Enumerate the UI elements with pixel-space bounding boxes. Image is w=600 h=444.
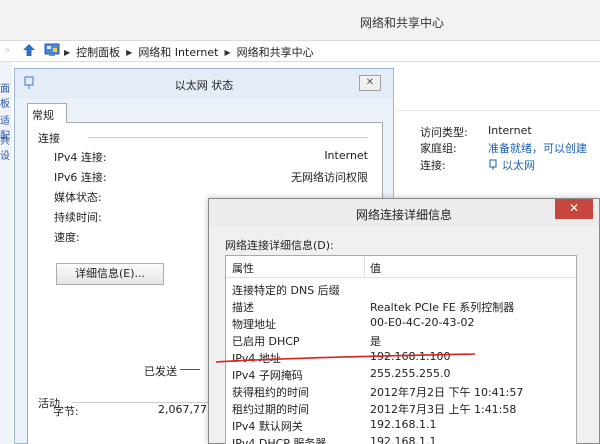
info-row-access-type: 访问类型: Internet bbox=[420, 124, 532, 139]
property-cell: 连接特定的 DNS 后缀 bbox=[232, 284, 340, 297]
property-cell: IPv4 地址 bbox=[232, 352, 281, 365]
ipv6-connectivity-value: 无网络访问权限 bbox=[291, 171, 368, 184]
dialog-titlebar: 网络连接详细信息 ✕ bbox=[209, 199, 599, 227]
chevron-right-icon[interactable]: ▶ bbox=[225, 48, 231, 57]
left-nav-link[interactable]: 共设 bbox=[0, 132, 12, 162]
table-row[interactable]: IPv4 地址 192.168.1.100 bbox=[226, 348, 576, 365]
ethernet-link[interactable]: 以太网 bbox=[488, 157, 535, 173]
ipv4-connectivity-label: IPv4 连接: bbox=[54, 151, 107, 164]
value-cell: 192.168.1.100 bbox=[370, 350, 451, 363]
table-row[interactable]: IPv4 默认网关 192.168.1.1 bbox=[226, 416, 576, 433]
value-cell: Realtek PCIe FE 系列控制器 bbox=[370, 301, 515, 314]
homegroup-link[interactable]: 准备就绪，可以创建 bbox=[488, 140, 587, 156]
chevron-right-icon[interactable]: ▶ bbox=[126, 48, 132, 57]
value-cell: 00-E0-4C-20-43-02 bbox=[370, 316, 475, 329]
breadcrumb: ▶ 控制面板 ▶ 网络和 Internet ▶ 网络和共享中心 bbox=[64, 44, 314, 60]
tab-general[interactable]: 常规 bbox=[27, 103, 67, 123]
dialog-titlebar: 以太网 状态 ✕ bbox=[15, 69, 393, 99]
value-cell: 2012年7月3日 上午 1:41:58 bbox=[370, 403, 517, 416]
property-cell: 描述 bbox=[232, 301, 254, 314]
column-divider[interactable] bbox=[364, 256, 365, 278]
bytes-label: 字节: bbox=[53, 405, 79, 418]
property-cell: IPv4 默认网关 bbox=[232, 420, 303, 433]
window-titlebar: 网络和共享中心 bbox=[0, 0, 600, 40]
column-header-property[interactable]: 属性 bbox=[232, 260, 254, 276]
ipv6-connectivity-label: IPv6 连接: bbox=[54, 171, 107, 184]
breadcrumb-item-network-sharing[interactable]: 网络和共享中心 bbox=[237, 44, 314, 60]
close-button[interactable]: ✕ bbox=[555, 199, 593, 219]
value-cell: 192.168.1.1 bbox=[370, 435, 437, 444]
details-button[interactable]: 详细信息(E)... bbox=[56, 263, 164, 285]
left-nav-pane: 面板 适配 共设 bbox=[0, 62, 12, 444]
bytes-sent-value: 2,067,771 bbox=[158, 403, 214, 416]
details-list-header: 属性 值 bbox=[226, 256, 576, 278]
info-row-connections: 连接: 以太网 bbox=[420, 157, 535, 173]
table-row[interactable]: 连接特定的 DNS 后缀 bbox=[226, 280, 576, 297]
table-row[interactable]: 物理地址 00-E0-4C-20-43-02 bbox=[226, 314, 576, 331]
close-button[interactable]: ✕ bbox=[359, 75, 381, 91]
table-row[interactable]: 租约过期的时间 2012年7月3日 上午 1:41:58 bbox=[226, 399, 576, 416]
property-cell: 获得租约的时间 bbox=[232, 386, 309, 399]
duration-label: 持续时间: bbox=[54, 211, 102, 224]
speed-label: 速度: bbox=[54, 231, 80, 244]
property-cell: 租约过期的时间 bbox=[232, 403, 309, 416]
up-arrow-icon[interactable] bbox=[22, 43, 36, 57]
chevron-right-icon[interactable]: ▶ bbox=[64, 48, 70, 57]
table-row[interactable]: IPv4 子网掩码 255.255.255.0 bbox=[226, 365, 576, 382]
sent-label: 已发送 bbox=[144, 365, 177, 378]
media-state-label: 媒体状态: bbox=[54, 191, 102, 204]
control-panel-icon bbox=[44, 43, 60, 56]
column-header-value[interactable]: 值 bbox=[370, 260, 381, 276]
table-row[interactable]: 获得租约的时间 2012年7月2日 下午 10:41:57 bbox=[226, 382, 576, 399]
ipv4-connectivity-value: Internet bbox=[324, 149, 368, 162]
sent-divider bbox=[180, 369, 200, 370]
group-divider bbox=[88, 137, 368, 138]
ethernet-icon bbox=[489, 159, 497, 170]
value-cell: 192.168.1.1 bbox=[370, 418, 437, 431]
property-cell: 物理地址 bbox=[232, 318, 276, 331]
details-list[interactable]: 属性 值 连接特定的 DNS 后缀 描述 Realtek PCIe FE 系列控… bbox=[225, 255, 577, 444]
breadcrumb-item-network-internet[interactable]: 网络和 Internet bbox=[138, 44, 218, 60]
table-row[interactable]: 描述 Realtek PCIe FE 系列控制器 bbox=[226, 297, 576, 314]
window-title: 网络和共享中心 bbox=[360, 16, 445, 30]
value-cell: 2012年7月2日 下午 10:41:57 bbox=[370, 386, 524, 399]
value-cell: 是 bbox=[370, 335, 381, 348]
property-cell: IPv4 子网掩码 bbox=[232, 369, 303, 382]
left-nav-link[interactable]: 面板 bbox=[0, 80, 12, 110]
connection-details-dialog: 网络连接详细信息 ✕ 网络连接详细信息(D): 属性 值 连接特定的 DNS 后… bbox=[208, 198, 600, 444]
details-list-label: 网络连接详细信息(D): bbox=[225, 239, 334, 252]
table-row[interactable]: 已启用 DHCP 是 bbox=[226, 331, 576, 348]
dialog-title: 网络连接详细信息 bbox=[355, 208, 452, 222]
info-row-homegroup: 家庭组: 准备就绪，可以创建 bbox=[420, 140, 587, 156]
property-cell: 已启用 DHCP bbox=[232, 335, 300, 348]
dialog-title: 以太网 状态 bbox=[174, 79, 234, 92]
connection-group-label: 连接 bbox=[38, 130, 64, 146]
value-cell: 255.255.255.0 bbox=[370, 367, 451, 380]
table-row[interactable]: IPv4 DHCP 服务器 192.168.1.1 bbox=[226, 433, 576, 444]
divider bbox=[396, 110, 600, 111]
forward-arrow-icon[interactable]: ◦ bbox=[4, 44, 11, 57]
property-cell: IPv4 DHCP 服务器 bbox=[232, 437, 327, 444]
breadcrumb-item-control-panel[interactable]: 控制面板 bbox=[76, 44, 120, 60]
